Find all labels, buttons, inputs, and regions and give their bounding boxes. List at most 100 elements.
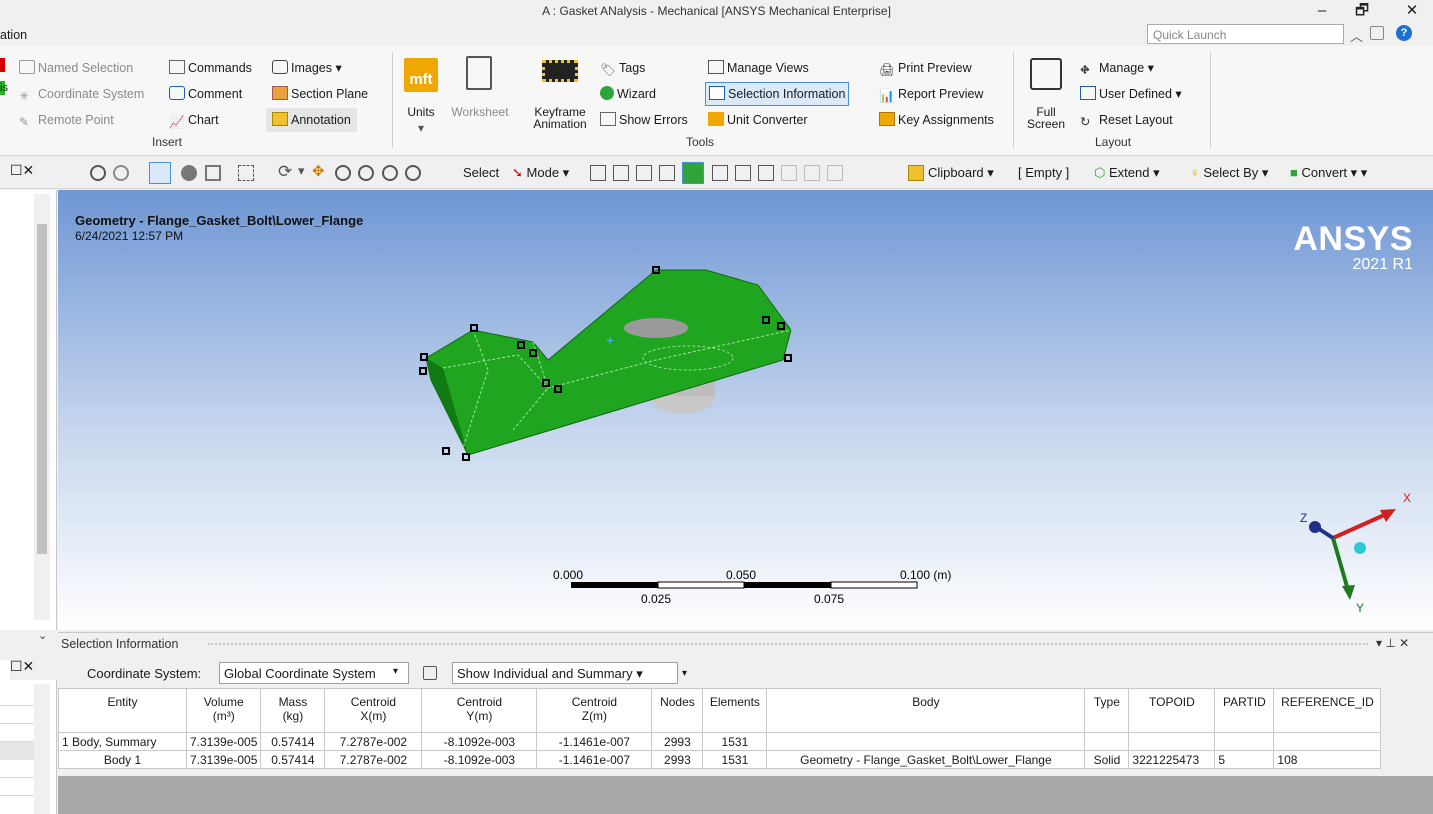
comment-button[interactable]: Comment xyxy=(169,84,242,104)
col-nodes[interactable]: Nodes xyxy=(651,688,704,733)
print-preview-button[interactable]: 🖨 Print Preview xyxy=(879,58,972,78)
select-by-dropdown[interactable]: ♀ Select By ▾ xyxy=(1190,165,1268,181)
minimize-button[interactable]: – xyxy=(1307,0,1337,24)
feedback-icon[interactable] xyxy=(1370,26,1384,40)
coordinate-select-icon[interactable] xyxy=(781,165,797,181)
report-preview-button[interactable]: 📊 Report Preview xyxy=(879,84,983,104)
col-reference-id[interactable]: REFERENCE_ID xyxy=(1273,688,1382,733)
units-label[interactable]: Units xyxy=(398,106,444,118)
graphics-viewport[interactable]: Geometry - Flange_Gasket_Bolt\Lower_Flan… xyxy=(58,190,1433,630)
zoom-to-fit-icon[interactable] xyxy=(382,165,398,181)
select-node-icon[interactable] xyxy=(712,165,728,181)
selection-information-button[interactable]: Selection Information xyxy=(705,82,850,106)
named-selection-button[interactable]: Named Selection xyxy=(19,58,133,78)
select-edge-icon[interactable] xyxy=(613,165,629,181)
display-mode-select[interactable]: Show Individual and Summary ▾ xyxy=(452,662,678,684)
magnifier-icon[interactable] xyxy=(405,165,421,181)
section-plane-button[interactable]: Section Plane xyxy=(272,84,368,104)
select-face-icon[interactable] xyxy=(636,165,652,181)
collapse-ribbon-icon[interactable]: ︿ xyxy=(1350,26,1363,45)
full-screen-label-2[interactable]: Screen xyxy=(1022,118,1070,130)
select-element-face-icon[interactable] xyxy=(735,165,751,181)
col-centroid-y[interactable]: Centroid Y(m) xyxy=(421,688,538,733)
zoom-in-icon[interactable] xyxy=(90,165,106,181)
rotate-icon[interactable]: ⟳ xyxy=(278,162,292,182)
pane-menu-icon[interactable]: ▾ ⊥ ✕ xyxy=(1376,636,1409,650)
details-scrollbar[interactable] xyxy=(34,684,50,814)
axis-triad[interactable] xyxy=(1309,509,1396,600)
pan-icon[interactable]: ✥ xyxy=(312,162,325,180)
show-errors-button[interactable]: Show Errors xyxy=(600,110,688,130)
col-entity[interactable]: Entity xyxy=(58,688,187,733)
keyframe-animation-icon[interactable] xyxy=(542,60,578,82)
table-row[interactable]: 1 Body, Summary 7.3139e-005 0.57414 7.27… xyxy=(58,732,1382,751)
details-row[interactable] xyxy=(0,724,34,742)
collapse-chevron-icon[interactable]: ⌄ xyxy=(38,629,47,642)
images-dropdown[interactable]: Images ▾ xyxy=(272,58,342,78)
remote-point-button[interactable]: ✎ Remote Point xyxy=(19,110,114,130)
reset-layout-button[interactable]: ↻ Reset Layout xyxy=(1080,110,1173,130)
geometry-canvas[interactable]: + 0.000 0.050 0.100 (m) 0.025 0.075 X Y … xyxy=(58,190,1433,630)
wizard-button[interactable]: Wizard xyxy=(600,84,656,104)
coordinate-system-select[interactable]: Global Coordinate System xyxy=(219,662,409,684)
scrollbar-thumb[interactable] xyxy=(37,224,47,554)
unit-converter-button[interactable]: Unit Converter xyxy=(708,110,808,130)
keyframe-animation-label-2[interactable]: Animation xyxy=(522,118,598,130)
manage-views-button[interactable]: Manage Views xyxy=(708,58,809,78)
details-row[interactable] xyxy=(0,706,34,724)
filter-icon[interactable] xyxy=(423,666,437,680)
select-name-icon[interactable] xyxy=(827,165,843,181)
details-row[interactable] xyxy=(0,742,34,760)
annotation-button[interactable]: Annotation xyxy=(266,108,357,132)
col-type[interactable]: Type xyxy=(1084,688,1130,733)
chart-button[interactable]: 📈 Chart xyxy=(169,110,219,130)
convert-dropdown[interactable]: ■ Convert ▾ ▾ xyxy=(1290,165,1367,181)
rotate-dropdown-icon[interactable]: ▾ xyxy=(298,163,305,179)
units-dropdown-arrow[interactable]: ▾ xyxy=(398,122,444,134)
chevron-down-icon[interactable]: ▾ xyxy=(393,666,398,677)
details-row[interactable] xyxy=(0,760,34,778)
coordinate-system-button[interactable]: ✳ Coordinate System xyxy=(19,84,144,104)
select-id-icon[interactable] xyxy=(804,165,820,181)
select-vertex-icon[interactable] xyxy=(590,165,606,181)
details-pane-controls-icon[interactable]: ☐✕ xyxy=(10,658,57,680)
help-icon[interactable]: ? xyxy=(1396,25,1412,41)
manage-dropdown[interactable]: ⛖ Manage ▾ xyxy=(1080,58,1154,78)
toolbar-overflow-icon[interactable]: ▾ xyxy=(682,668,687,679)
units-icon[interactable]: mft xyxy=(404,58,438,92)
col-centroid-z[interactable]: Centroid Z(m) xyxy=(536,688,653,733)
tags-button[interactable]: 🏷 Tags xyxy=(600,58,645,78)
user-defined-dropdown[interactable]: User Defined ▾ xyxy=(1080,84,1182,104)
worksheet-icon[interactable] xyxy=(466,56,492,90)
select-body-active-icon[interactable] xyxy=(682,162,704,184)
mesh-icon[interactable] xyxy=(238,165,254,181)
col-body[interactable]: Body xyxy=(766,688,1086,733)
select-body-icon[interactable] xyxy=(659,165,675,181)
key-assignments-button[interactable]: Key Assignments xyxy=(879,110,994,130)
commands-button[interactable]: Commands xyxy=(169,58,252,78)
zoom-out-icon[interactable] xyxy=(113,165,129,181)
worksheet-label[interactable]: Worksheet xyxy=(448,106,512,118)
quick-launch-input[interactable]: Quick Launch xyxy=(1147,24,1344,44)
col-topoid[interactable]: TOPOID xyxy=(1128,688,1216,733)
box-zoom-icon[interactable] xyxy=(358,165,374,181)
col-centroid-x[interactable]: Centroid X(m) xyxy=(324,688,423,733)
flange-body[interactable] xyxy=(425,269,792,456)
display-mode-icon[interactable] xyxy=(181,165,197,181)
clipboard-dropdown[interactable]: Clipboard ▾ xyxy=(928,165,994,181)
table-row[interactable]: Body 1 7.3139e-005 0.57414 7.2787e-002 -… xyxy=(58,750,1382,769)
restore-button[interactable]: 🗗 xyxy=(1347,0,1377,24)
zoom-icon[interactable] xyxy=(335,165,351,181)
select-element-icon[interactable] xyxy=(758,165,774,181)
details-row[interactable] xyxy=(0,688,34,706)
render-options-icon[interactable] xyxy=(205,165,221,181)
tab-automation[interactable]: ation xyxy=(0,28,27,42)
mode-dropdown[interactable]: ➘ Mode ▾ xyxy=(512,165,569,181)
col-mass[interactable]: Mass (kg) xyxy=(260,688,326,733)
close-button[interactable]: ✕ xyxy=(1397,0,1427,24)
col-partid[interactable]: PARTID xyxy=(1214,688,1275,733)
full-screen-icon[interactable] xyxy=(1030,58,1062,90)
outline-scrollbar[interactable] xyxy=(34,194,50,620)
extend-dropdown[interactable]: ⬡ Extend ▾ xyxy=(1094,165,1160,181)
details-row[interactable] xyxy=(0,778,34,796)
